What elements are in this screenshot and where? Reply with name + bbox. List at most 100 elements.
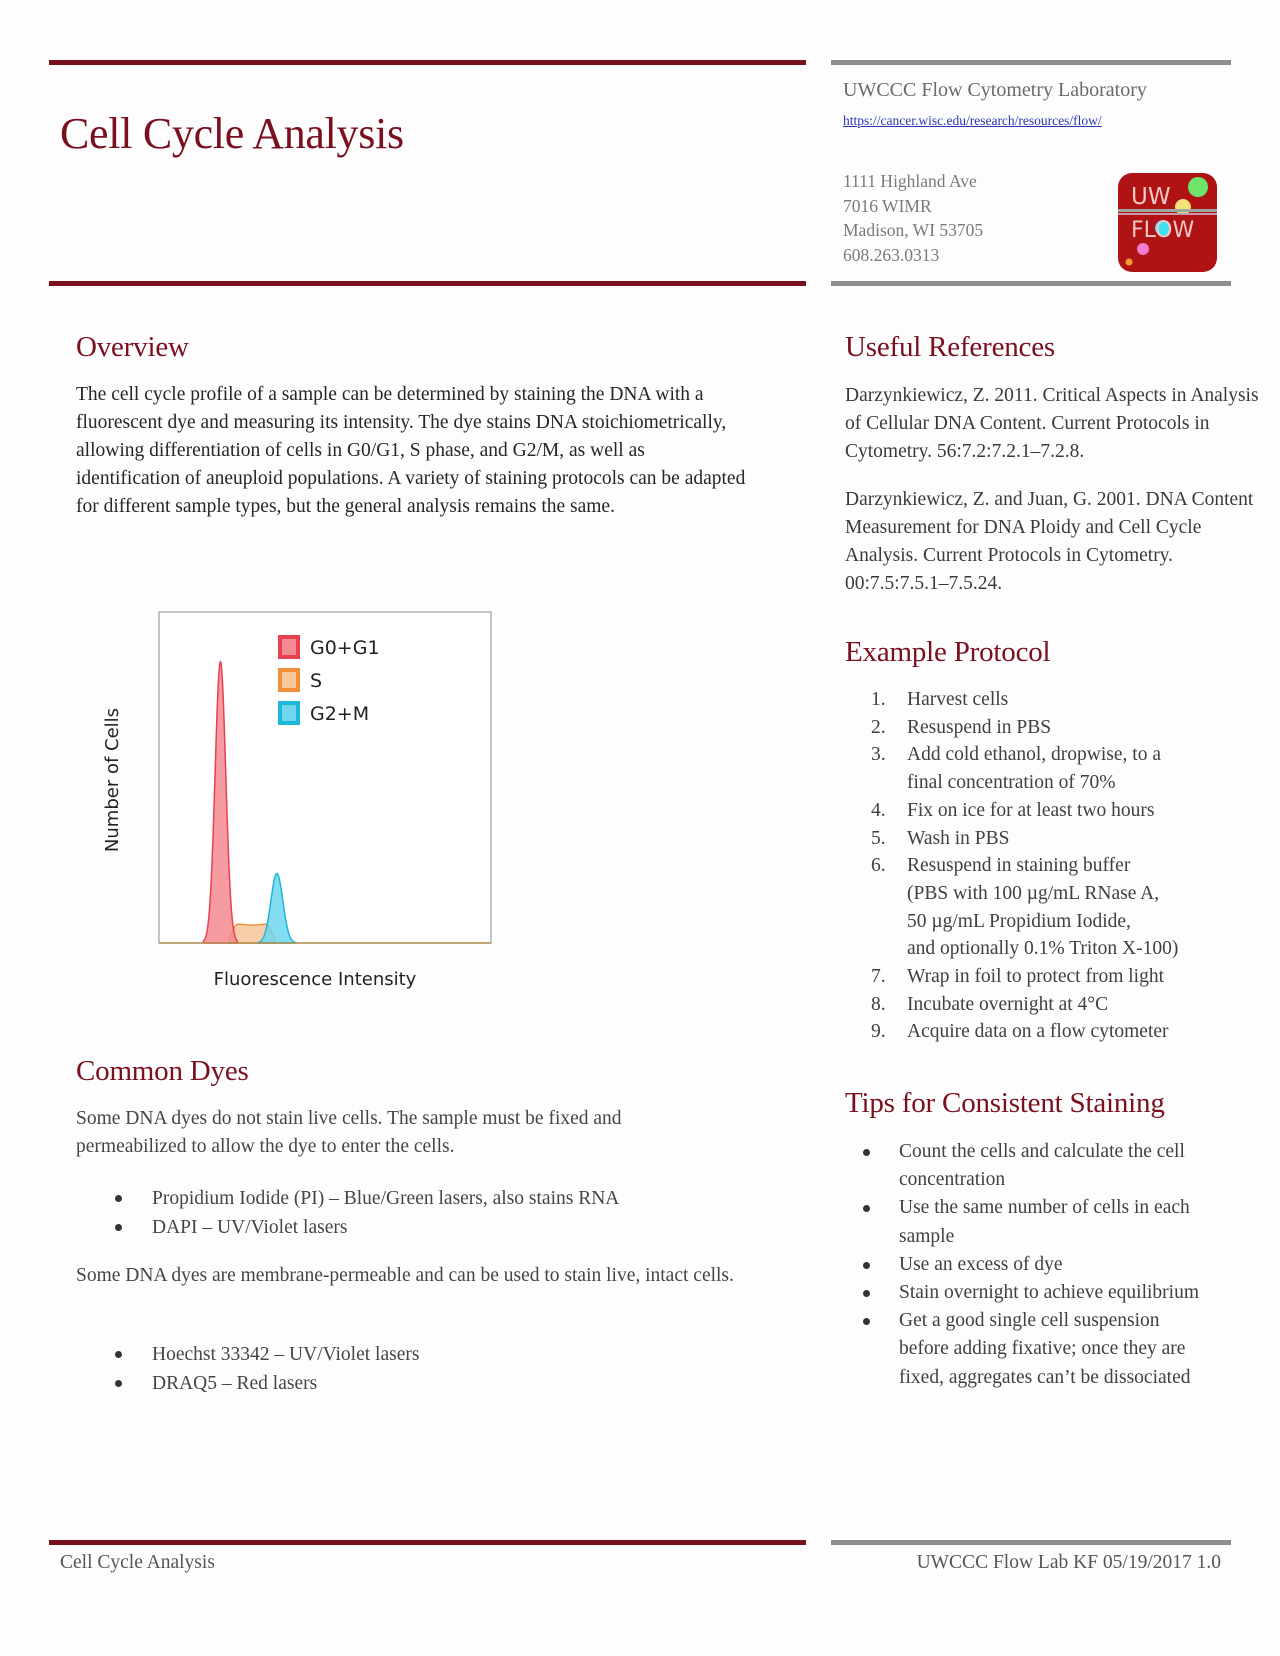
tip-text: before adding fixative; once they are bbox=[899, 1338, 1186, 1360]
tips-list: Count the cells and calculate the cell co… bbox=[845, 1138, 1265, 1392]
lab-name: UWCCC Flow Cytometry Laboratory bbox=[843, 79, 1147, 101]
step-text: Fix on ice for at least two hours bbox=[907, 799, 1155, 821]
protocol-step: 4. Fix on ice for at least two hours bbox=[845, 797, 1178, 825]
bullet-icon bbox=[115, 1351, 122, 1358]
header-top-rule bbox=[49, 60, 806, 65]
tip-text: Get a good single cell suspension bbox=[899, 1310, 1160, 1332]
common-dyes-heading: Common Dyes bbox=[76, 1055, 249, 1087]
address-phone: 608.263.0313 bbox=[843, 244, 940, 265]
footer-version: UWCCC Flow Lab KF 05/19/2017 1.0 bbox=[916, 1552, 1221, 1573]
live-dyes-list: Hoechst 33342 – UV/Violet lasers DRAQ5 –… bbox=[76, 1340, 419, 1398]
dye-label: Hoechst 33342 – UV/Violet lasers bbox=[152, 1344, 420, 1365]
tip-text: Count the cells and calculate the cell bbox=[899, 1141, 1185, 1162]
tip-item: Use an excess of dye bbox=[845, 1251, 1265, 1279]
step-text: and optionally 0.1% Triton X-100) bbox=[907, 938, 1179, 960]
protocol-heading: Example Protocol bbox=[845, 636, 1051, 668]
protocol-steps: 1. Harvest cells 2. Resuspend in PBS 3. Add c… bbox=[845, 686, 1178, 1046]
step-text: Resuspend in PBS bbox=[907, 716, 1052, 738]
legend-label: G0+G1 bbox=[310, 637, 380, 659]
fixed-dyes-intro: Some DNA dyes do not stain live cells. T… bbox=[76, 1108, 622, 1157]
tip-text: fixed, aggregates can’t be dissociated bbox=[899, 1366, 1191, 1388]
step-text: Harvest cells bbox=[907, 689, 1009, 710]
bullet-icon bbox=[863, 1261, 870, 1269]
step-text: Wash in PBS bbox=[907, 827, 1010, 849]
tip-text: sample bbox=[899, 1225, 955, 1247]
logo-orange-dot bbox=[1125, 258, 1133, 266]
step-number: 2. bbox=[871, 716, 886, 738]
address-city: Madison, WI 53705 bbox=[843, 220, 984, 240]
step-text: Acquire data on a flow cytometer bbox=[907, 1021, 1169, 1043]
step-number: 7. bbox=[871, 966, 886, 988]
logo-text-uw: UW bbox=[1131, 184, 1171, 210]
legend-swatch-g0-g1 bbox=[278, 635, 300, 659]
legend-label: G2+M bbox=[310, 703, 369, 725]
legend-swatch-s bbox=[278, 668, 300, 692]
bullet-icon bbox=[115, 1380, 122, 1387]
footer-title: Cell Cycle Analysis bbox=[60, 1552, 215, 1573]
tip-text: Use the same number of cells in each bbox=[899, 1197, 1190, 1219]
footer-rule bbox=[49, 1540, 806, 1545]
plot-frame bbox=[158, 611, 492, 944]
uw-flow-logo: UW FLOW bbox=[1117, 172, 1218, 273]
protocol-step: 3. Add cold ethanol, dropwise, to a final … bbox=[845, 741, 1178, 796]
tip-item: Count the cells and calculate the cell co… bbox=[845, 1138, 1265, 1194]
protocol-step: 7. Wrap in foil to protect from light bbox=[845, 963, 1178, 991]
step-number: 4. bbox=[871, 799, 886, 821]
lab-address: 1111 Highland Ave 7016 WIMR Madison, WI … bbox=[843, 169, 983, 267]
bullet-icon bbox=[863, 1205, 870, 1213]
y-axis-label: Number of Cells bbox=[102, 708, 123, 852]
tip-text: Stain overnight to achieve equilibrium bbox=[899, 1282, 1200, 1304]
page-title: Cell Cycle Analysis bbox=[60, 109, 404, 158]
logo-text-flow: FLOW bbox=[1131, 218, 1194, 243]
protocol-step: 2. Resuspend in PBS bbox=[845, 714, 1178, 742]
tip-item: Use the same number of cells in each samp… bbox=[845, 1194, 1265, 1250]
references-heading: Useful References bbox=[845, 331, 1055, 363]
dye-label: Propidium Iodide (PI) – Blue/Green laser… bbox=[152, 1188, 620, 1209]
step-number: 8. bbox=[871, 993, 886, 1015]
step-text: Add cold ethanol, dropwise, to a bbox=[907, 744, 1161, 766]
tip-item: Get a good single cell suspension before … bbox=[845, 1307, 1265, 1392]
step-number: 3. bbox=[871, 744, 886, 766]
reference-item: Darzynkiewicz, Z. 2011. Critical Aspects… bbox=[845, 385, 1259, 462]
legend-swatch-g2-m bbox=[278, 701, 300, 725]
tip-item: Stain overnight to achieve equilibrium bbox=[845, 1279, 1265, 1307]
step-text: Wrap in foil to protect from light bbox=[907, 966, 1164, 988]
list-item: DRAQ5 – Red lasers bbox=[76, 1369, 419, 1398]
tips-heading: Tips for Consistent Staining bbox=[845, 1087, 1165, 1119]
tip-text: Use an excess of dye bbox=[899, 1253, 1063, 1275]
step-text: Incubate overnight at 4°C bbox=[907, 993, 1109, 1015]
step-text: Resuspend in staining buffer bbox=[907, 855, 1131, 877]
protocol-step: 6. Resuspend in staining buffer (PBS with … bbox=[845, 852, 1178, 963]
overview-text: The cell cycle profile of a sample can b… bbox=[76, 384, 746, 517]
bullet-icon bbox=[863, 1149, 870, 1156]
dye-label: DAPI – UV/Violet lasers bbox=[152, 1217, 348, 1238]
list-item: DAPI – UV/Violet lasers bbox=[76, 1213, 619, 1242]
header-top-rule-right bbox=[831, 60, 1231, 65]
logo-green-dot bbox=[1188, 177, 1208, 197]
list-item: Propidium Iodide (PI) – Blue/Green laser… bbox=[76, 1184, 619, 1213]
step-text: (PBS with 100 µg/mL RNase A, bbox=[907, 882, 1160, 904]
step-number: 5. bbox=[871, 827, 886, 849]
protocol-step: 8. Incubate overnight at 4°C bbox=[845, 991, 1178, 1019]
protocol-step: 1. Harvest cells bbox=[845, 686, 1178, 714]
step-text: final concentration of 70% bbox=[907, 772, 1116, 794]
overview-heading: Overview bbox=[76, 331, 189, 363]
references-list: Darzynkiewicz, Z. 2011. Critical Aspects… bbox=[845, 382, 1265, 618]
list-item: Hoechst 33342 – UV/Violet lasers bbox=[76, 1340, 419, 1369]
logo-stripe-2 bbox=[1118, 213, 1217, 215]
step-number: 9. bbox=[871, 1021, 886, 1043]
tip-text: concentration bbox=[899, 1169, 1006, 1191]
protocol-step: 9. Acquire data on a flow cytometer bbox=[845, 1018, 1178, 1046]
lab-website-link[interactable]: https://cancer.wisc.edu/research/resourc… bbox=[843, 113, 1102, 129]
cell-cycle-histogram: G0+G1 S G2+M Fluorescence Intensity Number… bbox=[90, 600, 510, 1000]
fixed-dyes-list: Propidium Iodide (PI) – Blue/Green laser… bbox=[76, 1184, 619, 1242]
step-number: 1. bbox=[871, 689, 886, 710]
footer-rule-right bbox=[831, 1540, 1231, 1545]
step-text: 50 µg/mL Propidium Iodide, bbox=[907, 910, 1131, 932]
header-bottom-rule bbox=[49, 281, 806, 286]
x-axis-label: Fluorescence Intensity bbox=[214, 969, 417, 990]
step-number: 6. bbox=[871, 855, 886, 877]
bullet-icon bbox=[115, 1195, 122, 1202]
logo-yellow-dot bbox=[1175, 199, 1191, 215]
dye-label: DRAQ5 – Red lasers bbox=[152, 1373, 318, 1394]
